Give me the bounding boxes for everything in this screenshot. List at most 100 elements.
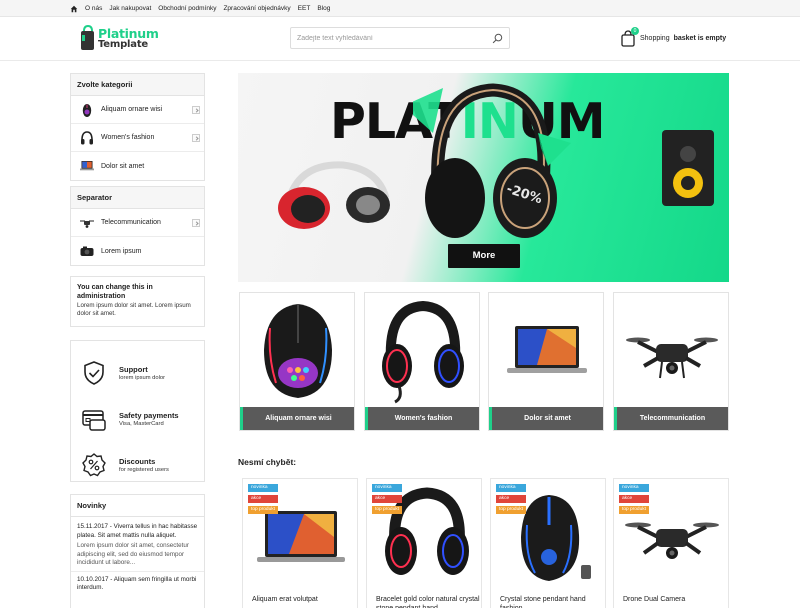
news-item[interactable]: 10.10.2017 - Aliquam sem fringilla ut mo…	[71, 570, 204, 596]
logo[interactable]: Platinum Template	[80, 23, 170, 55]
hero-banner[interactable]: PLATINUM -20% More	[238, 73, 729, 282]
headset-icon	[382, 300, 464, 404]
laptop-icon	[80, 161, 94, 171]
shopping-bag-logo-icon	[81, 25, 94, 50]
product-name[interactable]: Aliquam erat volutpat	[252, 595, 356, 604]
info-text: Lorem ipsum dolor sit amet. Lorem ipsum …	[77, 302, 191, 317]
benefit-title: Discounts	[119, 457, 156, 466]
shopping-basket[interactable]: 0 Shopping basket is empty	[620, 27, 727, 48]
chevron-right-icon[interactable]	[192, 106, 200, 114]
top-link-order-processing[interactable]: Zpracování objednávky	[223, 5, 290, 12]
chevron-right-icon[interactable]	[192, 134, 200, 142]
category-item-lorem-ipsum[interactable]: Lorem ipsum	[71, 237, 204, 265]
tag-sale: akce	[619, 495, 650, 503]
search-icon[interactable]	[492, 33, 503, 44]
tag-top: top produkt	[619, 506, 650, 514]
news-item[interactable]: 15.11.2017 - Viverra tellus in hac habit…	[71, 517, 204, 571]
basket-status: basket is empty	[673, 34, 727, 42]
top-link-terms[interactable]: Obchodní podmínky	[158, 5, 216, 12]
headphones-icon	[81, 130, 93, 144]
benefit-support: Support lorem ipsum dolor	[71, 350, 204, 396]
benefit-desc: lorem ipsum dolor	[119, 375, 166, 381]
category-item-telecommunication[interactable]: Telecommunication	[71, 209, 204, 237]
tile-label: Dolor sit amet	[489, 407, 603, 430]
basket-icon: 0	[620, 27, 639, 47]
logo-subtitle: Template	[98, 39, 148, 50]
mouse-icon	[82, 103, 92, 117]
search-input[interactable]	[297, 32, 487, 45]
category-item-dolor[interactable]: Dolor sit amet	[71, 152, 204, 180]
tag-new: novinka	[248, 484, 279, 492]
tile-label: Telecommunication	[614, 407, 728, 430]
tag-top: top produkt	[496, 506, 527, 514]
product-tags: novinka akce top produkt	[248, 484, 279, 514]
basket-count-badge: 0	[631, 27, 639, 35]
category-item-womens-fashion[interactable]: Women's fashion	[71, 124, 204, 152]
news-box: Novinky 15.11.2017 - Viverra tellus in h…	[70, 494, 205, 608]
news-headline[interactable]: 15.11.2017 - Viverra tellus in hac habit…	[77, 523, 198, 540]
product-card[interactable]: novinka akce top produkt Aliquam erat vo…	[242, 478, 358, 608]
category-label: Lorem ipsum	[101, 247, 142, 255]
separator-box: Separator Telecommunication Lorem ipsum	[70, 186, 205, 266]
tile-label: Aliquam ornare wisi	[240, 407, 354, 430]
admin-info-box: You can change this in administration Lo…	[70, 276, 205, 327]
product-tags: novinka akce top produkt	[619, 484, 650, 514]
banner-red-headphones-image	[278, 161, 390, 229]
product-name[interactable]: Crystal stone pendant hand fashion	[500, 595, 604, 608]
chevron-right-icon[interactable]	[192, 219, 200, 227]
benefit-title: Safety payments	[119, 411, 179, 420]
product-name[interactable]: Drone Dual Camera	[623, 595, 727, 604]
credit-card-icon	[82, 410, 106, 431]
news-title: Novinky	[71, 495, 204, 517]
news-headline[interactable]: 10.10.2017 - Aliquam sem fringilla ut mo…	[77, 576, 198, 593]
category-label: Women's fashion	[101, 134, 155, 141]
separator-title: Separator	[71, 187, 204, 209]
tag-new: novinka	[619, 484, 650, 492]
tag-sale: akce	[248, 495, 279, 503]
benefit-title: Support	[119, 365, 148, 374]
top-link-how-to-buy[interactable]: Jak nakupovat	[109, 5, 151, 12]
category-item-aliquam[interactable]: Aliquam ornare wisi	[71, 96, 204, 124]
top-link-blog[interactable]: Blog	[317, 5, 330, 12]
featured-section-title: Nesmí chybět:	[238, 457, 297, 467]
top-bar: O nás Jak nakupovat Obchodní podmínky Zp…	[0, 0, 800, 17]
news-excerpt: Lorem ipsum dolor sit amet, consectetur …	[77, 542, 189, 566]
category-tile-telecommunication[interactable]: Telecommunication	[613, 292, 729, 431]
category-tile-dolor[interactable]: Dolor sit amet	[488, 292, 604, 431]
drone-icon	[80, 220, 94, 228]
category-label: Telecommunication	[101, 219, 161, 226]
gaming-mouse-icon	[264, 304, 332, 398]
product-card[interactable]: novinka akce top produkt Bracelet gold c…	[366, 478, 482, 608]
benefits-box: Support lorem ipsum dolor Safety payment…	[70, 340, 205, 482]
top-link-eet[interactable]: EET	[298, 5, 311, 12]
product-card[interactable]: novinka akce top produkt Drone Dual Came…	[613, 478, 729, 608]
category-tile-aliquam[interactable]: Aliquam ornare wisi	[239, 292, 355, 431]
discount-icon	[82, 453, 106, 477]
tag-new: novinka	[372, 484, 403, 492]
info-title: You can change this in administration	[77, 284, 153, 300]
banner-speaker-image	[662, 130, 714, 206]
banner-decoration-pyramid	[538, 133, 571, 166]
benefit-discounts: Discounts for registered users	[71, 442, 204, 488]
tag-new: novinka	[496, 484, 527, 492]
benefit-safety-payments: Safety payments Visa, MasterCard	[71, 396, 204, 442]
site-header: Platinum Template 0 Shopping basket is e…	[0, 17, 800, 61]
more-button[interactable]: More	[448, 244, 520, 268]
product-card[interactable]: novinka akce top produkt Crystal stone p…	[490, 478, 606, 608]
top-link-about[interactable]: O nás	[85, 5, 102, 12]
category-tile-womens-fashion[interactable]: Women's fashion	[364, 292, 480, 431]
tag-sale: akce	[372, 495, 403, 503]
basket-prefix: Shopping	[640, 34, 670, 42]
benefit-desc: for registered users	[119, 467, 169, 473]
category-label: Aliquam ornare wisi	[101, 106, 163, 113]
tile-label: Women's fashion	[365, 407, 479, 430]
benefit-desc: Visa, MasterCard	[119, 421, 164, 427]
search-box	[290, 27, 510, 49]
product-tags: novinka akce top produkt	[496, 484, 527, 514]
product-name[interactable]: Bracelet gold color natural crystal ston…	[376, 595, 480, 608]
tag-top: top produkt	[372, 506, 403, 514]
home-icon[interactable]	[70, 5, 78, 13]
camera-icon	[80, 246, 94, 256]
tag-top: top produkt	[248, 506, 279, 514]
categories-title: Zvolte kategorii	[71, 74, 204, 96]
